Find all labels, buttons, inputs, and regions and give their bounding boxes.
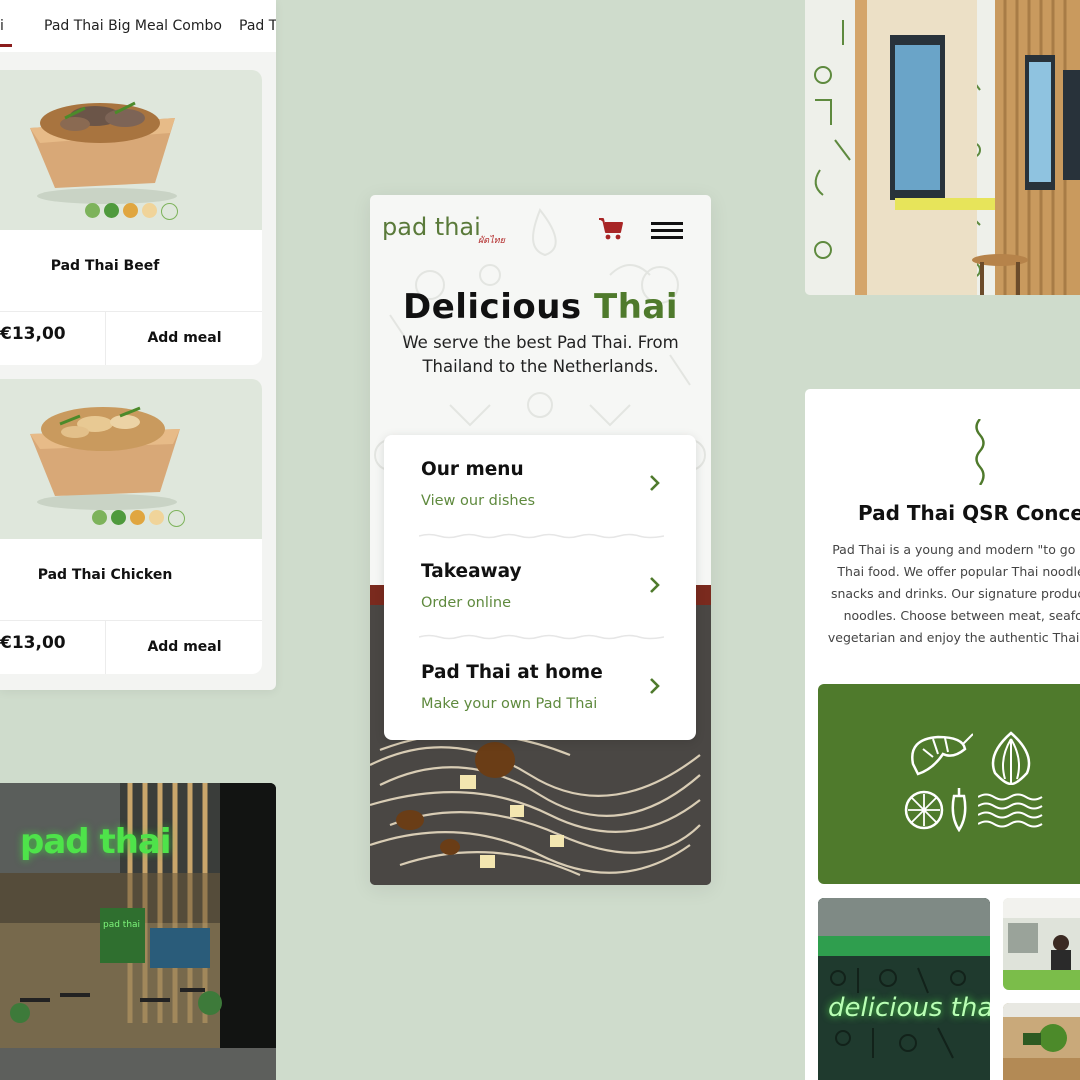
shrimp-icon xyxy=(911,733,973,776)
menu-item-takeaway[interactable]: Takeaway Order online xyxy=(384,537,696,637)
active-tab-indicator xyxy=(0,44,12,47)
tab-partial-left[interactable]: i xyxy=(0,18,4,34)
product-name: Pad Thai Chicken xyxy=(37,567,173,583)
product-price: €13,00 xyxy=(0,633,66,653)
product-card[interactable]: Pad Thai Beef €13,00 Add meal xyxy=(0,70,262,365)
chili-icon xyxy=(951,788,967,832)
food-box-image xyxy=(30,406,180,510)
description-line: vegetarian and enjoy the authentic Thai … xyxy=(827,630,1080,645)
kitchen-illustration xyxy=(1003,898,1080,990)
squiggle-noodle-icon xyxy=(975,419,985,485)
menu-item-title: Takeaway xyxy=(421,561,522,582)
tab-big-meal-combo[interactable]: Pad Thai Big Meal Combo xyxy=(44,18,222,34)
menu-item-pad-thai-at-home[interactable]: Pad Thai at home Make your own Pad Thai xyxy=(384,638,696,738)
hero-subtitle: We serve the best Pad Thai. From Thailan… xyxy=(402,333,679,376)
interior-photo xyxy=(805,0,1080,295)
badge-icon xyxy=(168,510,185,527)
badge-icon xyxy=(161,203,178,220)
product-name: Pad Thai Beef xyxy=(50,258,160,274)
water-waves-icon xyxy=(978,793,1043,828)
chevron-right-icon xyxy=(650,678,660,694)
menu-item-subtitle: Order online xyxy=(421,595,512,611)
lime-icon xyxy=(904,790,944,830)
add-meal-button[interactable]: Add meal xyxy=(105,312,262,365)
inner-store-sign: pad thai xyxy=(103,920,141,930)
menu-item-our-menu[interactable]: Our menu View our dishes xyxy=(384,435,696,535)
description-line: Pad Thai is a young and modern "to go co… xyxy=(832,542,1080,557)
kitchen-photo xyxy=(1003,898,1080,990)
hero-title-accent: Thai xyxy=(594,287,679,327)
hero-title-main: Delicious xyxy=(402,287,582,327)
add-meal-button[interactable]: Add meal xyxy=(105,621,262,674)
product-image xyxy=(0,379,262,539)
product-card[interactable]: Pad Thai Chicken €13,00 Add meal xyxy=(0,379,262,674)
mobile-homepage: pad thai ผัดไทย Delicious Thai We serve … xyxy=(370,195,711,885)
tab-partial-right[interactable]: Pad Th xyxy=(239,18,276,34)
badge-icon xyxy=(85,203,100,218)
product-price: €13,00 xyxy=(0,324,66,344)
badge-icon xyxy=(149,510,164,525)
badge-icon xyxy=(92,510,107,525)
cart-icon[interactable] xyxy=(598,217,624,241)
onion-icon xyxy=(991,731,1031,785)
food-box-image xyxy=(30,101,177,204)
menu-item-title: Our menu xyxy=(421,459,524,480)
neon-interior-illustration xyxy=(818,898,990,1080)
brand-logo[interactable]: pad thai xyxy=(382,213,481,241)
product-listing-screen: i Pad Thai Big Meal Combo Pad Th xyxy=(0,0,276,690)
badge-icon xyxy=(111,510,126,525)
neon-interior-photo: delicious thai xyxy=(818,898,990,1080)
seating-illustration xyxy=(1003,1003,1080,1080)
brand-logo-thai: ผัดไทย xyxy=(478,236,505,246)
chevron-right-icon xyxy=(650,475,660,491)
badge-icon xyxy=(142,203,157,218)
description-line: noodles. Choose between meat, seafoo xyxy=(843,608,1080,623)
category-tabs: i Pad Thai Big Meal Combo Pad Th xyxy=(0,0,276,52)
menu-item-title: Pad Thai at home xyxy=(421,662,603,683)
menu-item-subtitle: Make your own Pad Thai xyxy=(421,696,598,712)
menu-item-subtitle: View our dishes xyxy=(421,493,536,509)
description-line: snacks and drinks. Our signature product… xyxy=(830,586,1080,601)
dietary-badges xyxy=(85,203,178,220)
hero-title: Delicious Thai xyxy=(370,287,711,327)
ingredient-icons-panel xyxy=(818,684,1080,884)
concept-title: Pad Thai QSR Concep xyxy=(858,501,1080,525)
navigation-card: Our menu View our dishes Takeaway Order … xyxy=(384,435,696,740)
store-neon-sign: pad thai xyxy=(20,822,172,862)
product-image xyxy=(0,70,262,230)
hamburger-menu-icon[interactable] xyxy=(651,222,683,239)
description-line: Thai food. We offer popular Thai noodle … xyxy=(837,564,1080,579)
concept-page: Pad Thai QSR Concep Pad Thai is a young … xyxy=(805,389,1080,1080)
concept-description: Pad Thai is a young and modern "to go co… xyxy=(817,539,1080,649)
interior-illustration xyxy=(805,0,1080,295)
badge-icon xyxy=(123,203,138,218)
neon-sign-text: delicious thai xyxy=(828,993,990,1023)
badge-icon xyxy=(130,510,145,525)
dietary-badges xyxy=(92,510,185,527)
seating-photo xyxy=(1003,1003,1080,1080)
store-sign-text: pad thai xyxy=(20,822,172,862)
chevron-right-icon xyxy=(650,577,660,593)
badge-icon xyxy=(104,203,119,218)
